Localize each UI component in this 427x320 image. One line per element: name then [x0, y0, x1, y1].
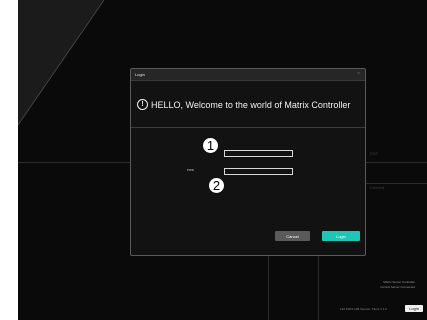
footer-login-button[interactable]: Login [405, 305, 423, 312]
username-input[interactable] [224, 150, 293, 157]
brand-text: Matrix Server Controller Control Server … [380, 280, 415, 290]
annotation-marker-2: 2 [208, 177, 225, 194]
dialog-title: Login [135, 72, 145, 77]
cancel-button[interactable]: Cancel [275, 231, 310, 241]
welcome-message: ! HELLO, Welcome to the world of Matrix … [137, 99, 350, 110]
brand-line-2: Control Server Connected [380, 285, 415, 289]
close-icon[interactable]: × [357, 69, 360, 80]
dialog-titlebar: Login × [131, 69, 365, 81]
app-screen: DSP Camera Matrix Server Controller Cont… [18, 0, 427, 320]
grid-line [366, 183, 427, 184]
version-text: 192.168.0.199 Version: Client 2.1.0 [340, 307, 387, 311]
password-input[interactable] [224, 168, 293, 175]
exclamation-icon: ! [137, 99, 148, 110]
grid-line [268, 256, 269, 320]
grid-line [18, 162, 130, 163]
login-button[interactable]: Login [322, 231, 360, 241]
grid-line [318, 256, 319, 320]
annotation-marker-1: 1 [202, 137, 219, 154]
welcome-text: HELLO, Welcome to the world of Matrix Co… [151, 99, 351, 110]
password-label: PWD [187, 168, 194, 172]
dialog-separator [131, 127, 365, 128]
background-label-camera: Camera [370, 185, 385, 190]
background-label-dsp: DSP [370, 151, 379, 156]
grid-line [366, 162, 427, 163]
login-dialog: Login × ! HELLO, Welcome to the world of… [130, 68, 366, 256]
